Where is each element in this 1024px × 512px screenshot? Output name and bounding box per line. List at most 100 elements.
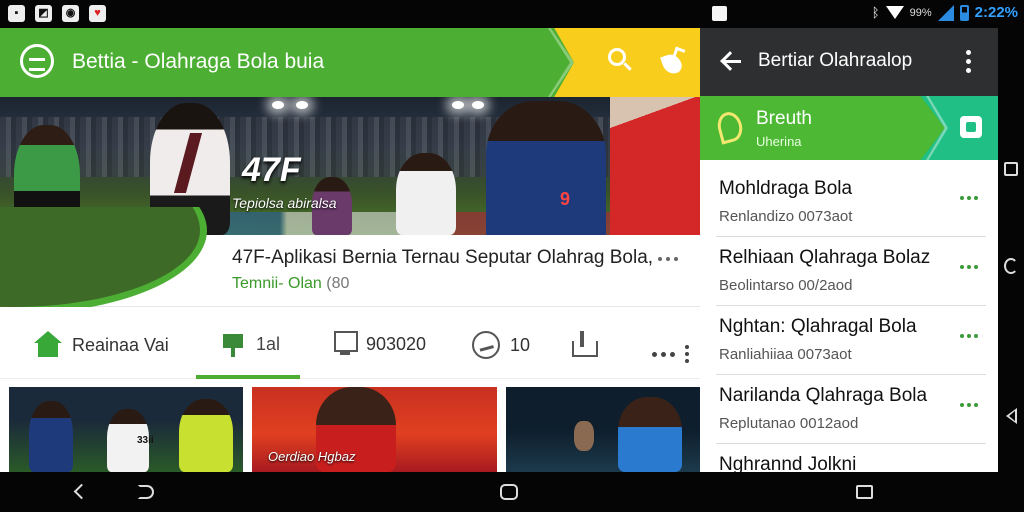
tabs-more-icon[interactable] — [652, 345, 689, 363]
notification-square-icon — [712, 6, 727, 21]
banner-subtitle: Uherina — [756, 134, 802, 149]
list-item[interactable]: Narilanda Qlahraga Bola Replutanao 0012a… — [716, 375, 986, 444]
jersey-number: 33ii — [137, 435, 154, 446]
thumb-player — [179, 399, 233, 472]
player-red — [610, 97, 700, 235]
tab-label: Reainaa Vai — [72, 334, 169, 355]
article-thumb-wave — [0, 207, 210, 307]
list-item-subtitle: Beolintarso 00/2aod — [719, 277, 853, 294]
item-more-icon[interactable] — [960, 334, 978, 338]
tab-label: 1al — [256, 333, 281, 354]
more-options-icon[interactable] — [658, 257, 678, 261]
list-item-title: Nghrannd Jolkni — [719, 454, 857, 472]
system-status: ᛒ 99% 2:22% — [872, 4, 1018, 21]
clock: 2:22% — [974, 4, 1018, 21]
news-panel: Bertiar Olahraalop Breuth Uherina Mohldr… — [700, 28, 998, 472]
thumb-player — [29, 401, 73, 472]
notification-icons: ▪ ◩ ◉ ♥ — [8, 5, 106, 22]
list-item[interactable]: Relhiaan Qlahraga Bolaz Beolintarso 00/2… — [716, 237, 986, 306]
panel-banner[interactable]: Breuth Uherina — [700, 96, 998, 160]
list-item-title: Mohldraga Bola — [719, 178, 853, 199]
tab-label: 903020 — [366, 333, 427, 354]
shield-icon: ♥ — [89, 5, 106, 22]
list-item[interactable]: Nghrannd Jolkni — [716, 444, 986, 472]
player-midfield — [396, 153, 456, 235]
tab-share[interactable] — [572, 331, 598, 357]
article-title: 47F-Aplikasi Bernia Ternau Seputar Olahr… — [232, 247, 654, 268]
side-nav-rail — [998, 28, 1024, 472]
flag-icon — [220, 331, 246, 357]
nav-undo-icon[interactable] — [138, 485, 154, 499]
battery-percent: 99% — [909, 6, 932, 19]
chat-icon — [472, 331, 500, 359]
home-icon — [34, 331, 62, 359]
app-logo-icon[interactable] — [20, 44, 54, 78]
item-more-icon[interactable] — [960, 265, 978, 269]
navigation-bar — [0, 472, 1024, 512]
nav-back-icon[interactable] — [73, 483, 90, 500]
news-list: Mohldraga Bola Renlandizo 0073aot Relhia… — [716, 168, 986, 472]
active-tab-indicator — [196, 375, 300, 379]
tab-flag[interactable]: 1al — [220, 331, 280, 357]
item-more-icon[interactable] — [960, 196, 978, 200]
thumb-player — [618, 397, 682, 472]
signal-icon — [937, 4, 954, 21]
panel-title: Bertiar Olahraalop — [758, 50, 913, 71]
panel-header: Bertiar Olahraalop — [700, 28, 998, 96]
list-item-subtitle: Renlandizo 0073aot — [719, 208, 853, 225]
status-bar: ▪ ◩ ◉ ♥ ᛒ 99% 2:22% — [0, 0, 1024, 28]
category-tabs: Reainaa Vai 1al 903020 10 — [0, 315, 700, 379]
tab-home[interactable]: Reainaa Vai — [34, 331, 169, 359]
hero-caption: Tepiolsa abiralsa — [232, 195, 337, 211]
search-icon[interactable] — [608, 48, 634, 74]
camera-icon: ◉ — [62, 5, 79, 22]
thumbnail-row: 33ii Oerdiao Hgbaz — [0, 387, 700, 472]
back-arrow-icon[interactable] — [720, 50, 742, 72]
list-item-title: Relhiaan Qlahraga Bolaz — [719, 247, 931, 268]
list-item-subtitle: Ranliahiiaa 0073aot — [719, 346, 852, 363]
wifi-icon — [885, 6, 904, 19]
article-count: (80 — [326, 275, 350, 292]
stadium-light — [272, 101, 284, 109]
list-item-subtitle: Replutanao 0012aod — [719, 415, 859, 432]
thumbnail-match-2[interactable]: Oerdiao Hgbaz — [252, 387, 497, 472]
thumbnail-match-3[interactable] — [506, 387, 700, 472]
thumb-caption: Oerdiao Hgbaz — [268, 449, 356, 464]
back-triangle-icon[interactable] — [1006, 408, 1017, 424]
main-app: Bettia - Olahraga Bola buia 9 47F Tepiol… — [0, 28, 700, 472]
battery-icon — [959, 4, 969, 21]
list-item-title: Narilanda Qlahraga Bola — [719, 385, 928, 406]
kebab-menu-icon[interactable] — [966, 50, 971, 73]
stadium-light — [452, 101, 464, 109]
leaf-icon[interactable] — [660, 46, 688, 77]
bluetooth-icon: ᛒ — [871, 5, 880, 20]
list-item[interactable]: Mohldraga Bola Renlandizo 0073aot — [716, 168, 986, 237]
tab-video[interactable]: 903020 — [334, 331, 426, 357]
recents-icon[interactable] — [1004, 162, 1018, 176]
thumb-hand — [574, 421, 594, 451]
hero-overlay-big: 47F — [242, 151, 301, 189]
rotate-icon[interactable] — [1004, 258, 1018, 274]
nav-home-icon[interactable] — [500, 484, 518, 500]
player-number: 9 — [560, 189, 571, 209]
banner-title: Breuth — [756, 108, 812, 129]
stadium-light — [296, 101, 308, 109]
player-navy — [486, 101, 606, 235]
article-subtitle: Temnii- Olan (80 — [232, 275, 349, 293]
app-title: Bettia - Olahraga Bola buia — [72, 50, 325, 73]
tab-chat[interactable]: 10 — [472, 331, 530, 359]
article-source: Temnii- Olan — [232, 275, 322, 292]
thumbnail-match-1[interactable]: 33ii — [9, 387, 243, 472]
stadium-light — [472, 101, 484, 109]
monitor-icon — [334, 331, 358, 357]
app-header: Bettia - Olahraga Bola buia — [0, 28, 700, 97]
banner-action-icon[interactable] — [960, 116, 982, 138]
image-icon: ▪ — [8, 5, 25, 22]
tab-label: 10 — [510, 334, 531, 355]
share-icon — [572, 331, 598, 357]
featured-article[interactable]: 47F-Aplikasi Bernia Ternau Seputar Olahr… — [0, 207, 700, 307]
photo-icon: ◩ — [35, 5, 52, 22]
nav-recents-icon[interactable] — [856, 485, 873, 499]
item-more-icon[interactable] — [960, 403, 978, 407]
list-item[interactable]: Nghtan: Qlahragal Bola Ranliahiiaa 0073a… — [716, 306, 986, 375]
